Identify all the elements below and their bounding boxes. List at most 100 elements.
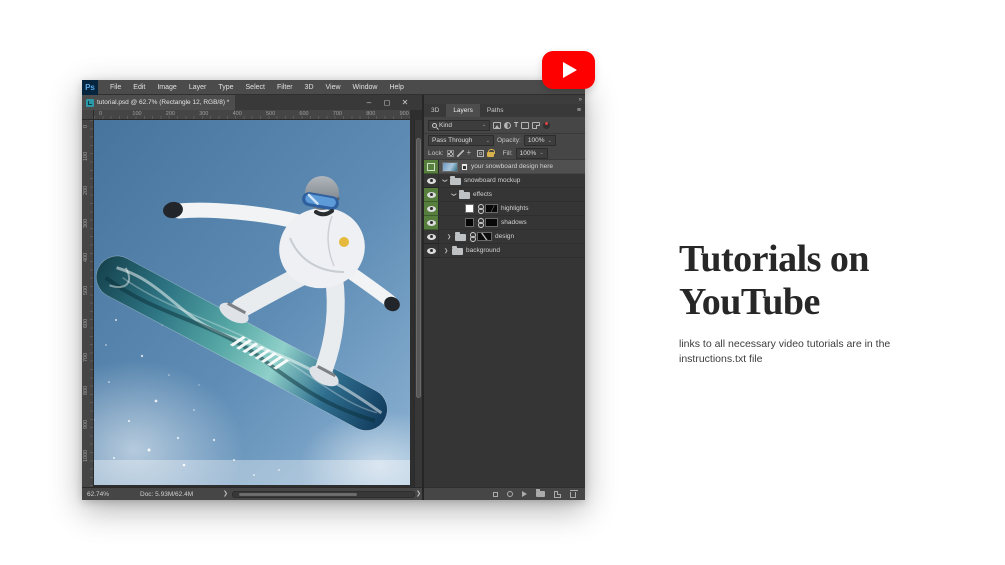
chevron-right-icon[interactable]: ❯: [447, 234, 452, 240]
layer-thumbnail[interactable]: [465, 204, 474, 213]
filter-smart-objects-icon[interactable]: [532, 121, 541, 129]
status-bar: 62.74% Doc: 5.93M/62.4M ❯ ❯: [82, 487, 422, 500]
visibility-toggle[interactable]: [424, 202, 439, 216]
mask-link-icon[interactable]: [477, 218, 484, 228]
layer-name[interactable]: design: [495, 233, 514, 240]
status-expander-icon[interactable]: ❯: [223, 490, 228, 497]
menu-item-type[interactable]: Type: [212, 84, 239, 91]
menu-item-window[interactable]: Window: [347, 84, 384, 91]
visibility-toggle[interactable]: [424, 244, 439, 258]
menu-item-filter[interactable]: Filter: [271, 84, 299, 91]
horizontal-scrollbar-thumb[interactable]: [239, 493, 357, 496]
layer-name[interactable]: snowboard mockup: [464, 177, 520, 184]
eye-icon: [426, 219, 436, 226]
menubar: Ps File Edit Image Layer Type Select Filter 3D V…: [82, 79, 585, 95]
vertical-scrollbar-thumb[interactable]: [416, 138, 421, 398]
visibility-toggle[interactable]: [424, 216, 439, 230]
panel-menu-icon[interactable]: ≡: [577, 104, 585, 117]
filter-type-layers-icon[interactable]: T: [514, 122, 518, 129]
menu-item-edit[interactable]: Edit: [127, 84, 151, 91]
menu-item-view[interactable]: View: [320, 84, 347, 91]
blend-mode-select[interactable]: Pass Through ⌄: [428, 135, 494, 146]
ruler-mark-900: 900: [399, 111, 409, 117]
minimize-button[interactable]: –: [362, 98, 376, 107]
menu-item-image[interactable]: Image: [151, 84, 182, 91]
collapse-panels-icon[interactable]: »: [579, 97, 583, 103]
new-layer-icon[interactable]: [554, 490, 561, 498]
ruler-mark-500: 500: [266, 111, 276, 117]
youtube-logo[interactable]: [542, 51, 595, 89]
visibility-toggle[interactable]: [424, 188, 439, 202]
layer-row[interactable]: ❯ design: [424, 230, 585, 244]
layer-thumbnail[interactable]: [465, 218, 474, 227]
close-button[interactable]: ✕: [398, 98, 412, 107]
layer-row[interactable]: your snowboard design here: [424, 160, 585, 174]
zoom-level[interactable]: 62.74%: [87, 491, 109, 498]
lock-pixels-icon[interactable]: [456, 149, 464, 157]
filter-adjustment-layers-icon[interactable]: [504, 121, 511, 129]
tab-paths[interactable]: Paths: [480, 104, 511, 117]
layer-thumbnail[interactable]: [442, 161, 458, 172]
scroll-right-icon[interactable]: ❯: [416, 490, 421, 497]
layer-row[interactable]: ❯ effects: [424, 188, 585, 202]
delete-layer-icon[interactable]: [570, 490, 578, 498]
add-layer-mask-icon[interactable]: [507, 491, 513, 497]
layer-filter-row: Kind ⌄ T: [424, 117, 585, 134]
horizontal-scrollbar[interactable]: [232, 491, 415, 498]
layer-name[interactable]: background: [466, 247, 500, 254]
link-layers-icon[interactable]: [493, 491, 498, 497]
menu-item-3d[interactable]: 3D: [299, 84, 320, 91]
layer-row[interactable]: ❯ snowboard mockup: [424, 174, 585, 188]
chevron-down-icon[interactable]: ❯: [442, 178, 448, 183]
hero-subtitle: links to all necessary video tutorials a…: [679, 338, 891, 365]
layer-name[interactable]: your snowboard design here: [471, 163, 553, 170]
ruler-mark-200: 200: [83, 185, 89, 195]
lock-artboard-icon[interactable]: [476, 149, 484, 157]
lock-transparency-icon[interactable]: [446, 149, 454, 157]
visibility-toggle[interactable]: [424, 230, 439, 244]
psd-file-icon: [86, 98, 94, 107]
new-group-icon[interactable]: [536, 489, 545, 497]
vertical-scrollbar[interactable]: [414, 120, 422, 487]
ruler-mark-1000: 1000: [83, 449, 89, 462]
chevron-down-icon[interactable]: ❯: [451, 192, 457, 197]
eye-icon: [426, 177, 436, 184]
layer-style-icon[interactable]: [522, 491, 527, 497]
layer-mask-thumbnail[interactable]: [477, 232, 492, 241]
lock-all-icon[interactable]: [486, 149, 495, 157]
search-icon: [432, 122, 437, 128]
layer-name[interactable]: effects: [473, 191, 492, 198]
ruler-mark-700: 700: [332, 111, 342, 117]
opacity-select[interactable]: 100% ⌄: [523, 135, 556, 146]
filter-kind-select[interactable]: Kind ⌄: [428, 119, 490, 131]
maximize-button[interactable]: ◻: [380, 98, 394, 107]
layer-mask-thumbnail[interactable]: [485, 204, 498, 213]
tab-3d[interactable]: 3D: [424, 104, 446, 117]
fill-select[interactable]: 100% ⌄: [515, 147, 548, 159]
menu-item-select[interactable]: Select: [240, 84, 271, 91]
menu-item-layer[interactable]: Layer: [183, 84, 213, 91]
visibility-toggle[interactable]: [424, 160, 439, 174]
document-tab[interactable]: tutorial.psd @ 62.7% (Rectangle 12, RGB/…: [82, 95, 236, 110]
chevron-right-icon[interactable]: ❯: [444, 248, 449, 254]
filter-toggle-icon[interactable]: [543, 121, 551, 129]
layer-name[interactable]: shadows: [501, 219, 527, 226]
layer-row[interactable]: shadows: [424, 216, 585, 230]
hero-title: Tutorials on YouTube: [679, 238, 870, 323]
opacity-label: Opacity:: [497, 137, 521, 144]
layer-row[interactable]: highlights: [424, 202, 585, 216]
blend-mode-row: Pass Through ⌄ Opacity: 100% ⌄: [424, 134, 585, 147]
lock-position-icon[interactable]: [467, 148, 474, 157]
canvas[interactable]: [94, 120, 410, 485]
menu-item-help[interactable]: Help: [383, 84, 409, 91]
menu-item-file[interactable]: File: [104, 84, 127, 91]
layer-mask-thumbnail[interactable]: [485, 218, 498, 227]
layer-row[interactable]: ❯ background: [424, 244, 585, 258]
filter-shape-layers-icon[interactable]: [521, 121, 530, 129]
visibility-toggle[interactable]: [424, 174, 439, 188]
mask-link-icon[interactable]: [477, 204, 484, 214]
mask-link-icon[interactable]: [469, 232, 476, 242]
layer-name[interactable]: highlights: [501, 205, 528, 212]
tab-layers[interactable]: Layers: [446, 104, 480, 117]
filter-pixel-layers-icon[interactable]: [493, 121, 501, 129]
